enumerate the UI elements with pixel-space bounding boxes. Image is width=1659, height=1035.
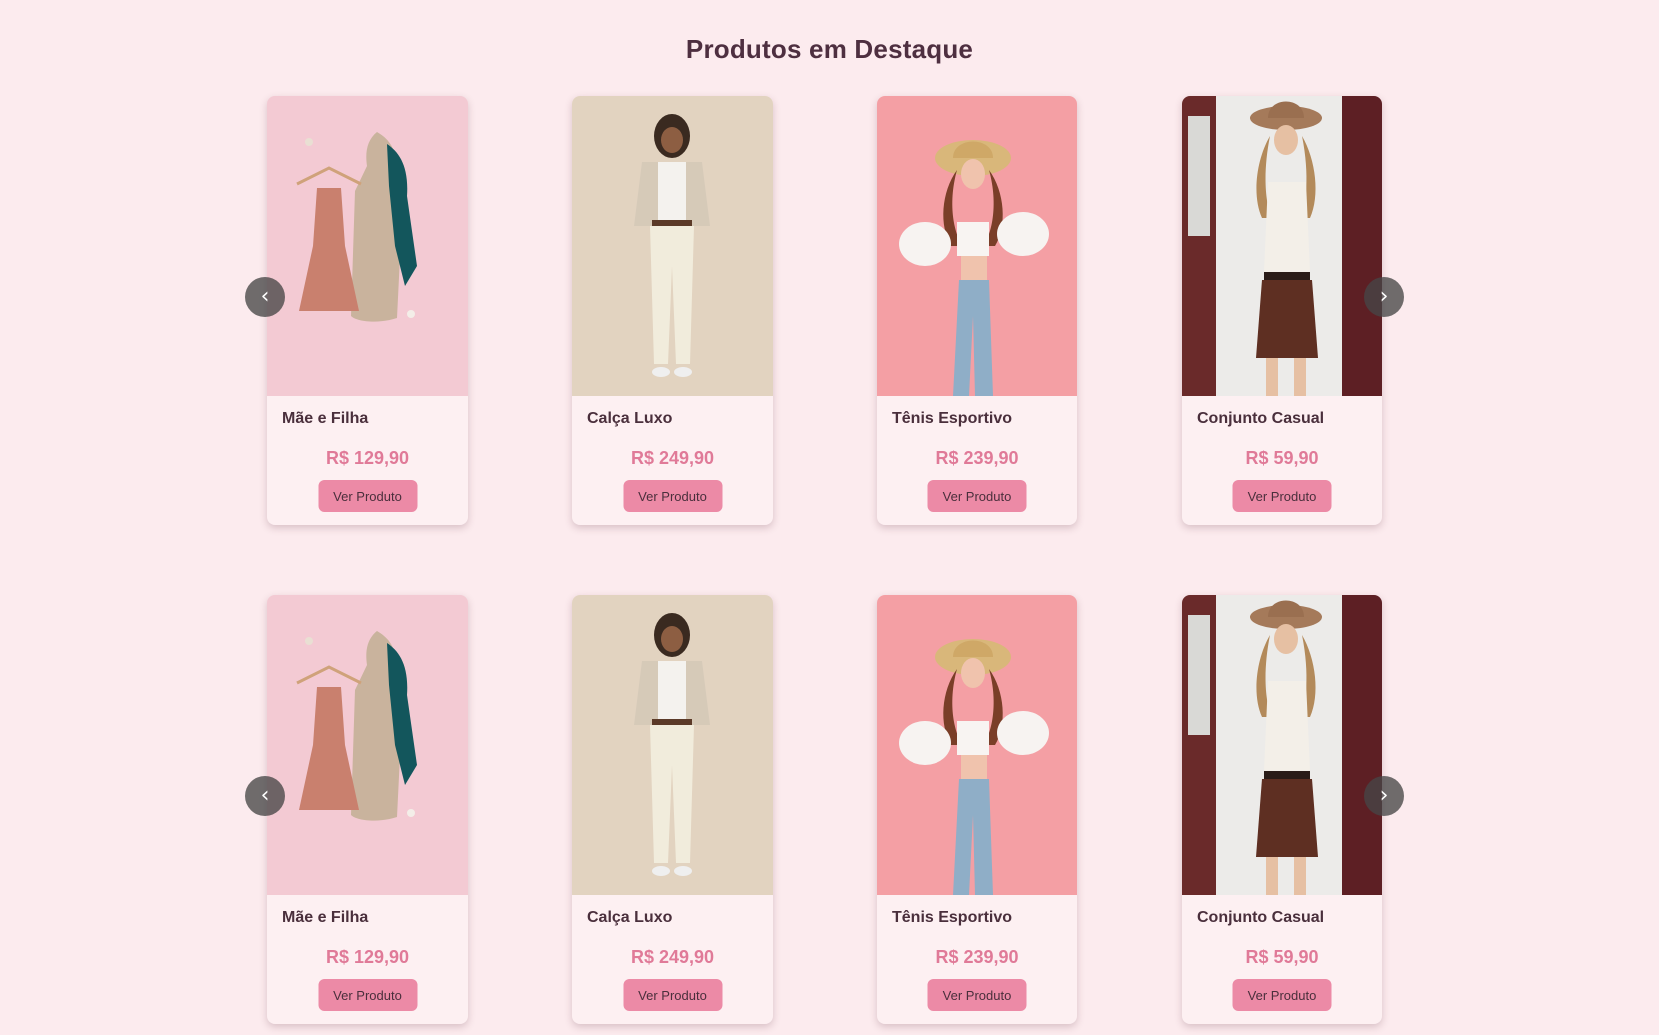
product-card[interactable]: Mãe e Filha R$ 129,90 Ver Produto <box>267 595 468 1024</box>
product-image-calca-luxo[interactable] <box>572 96 773 396</box>
view-product-button[interactable]: Ver Produto <box>318 480 417 512</box>
product-card[interactable]: Conjunto Casual R$ 59,90 Ver Produto <box>1182 595 1382 1024</box>
product-image-tenis-esportivo[interactable] <box>877 96 1077 396</box>
products-carousel: Mãe e Filha R$ 129,90 Ver Produto Calça … <box>0 595 1659 1035</box>
product-price: R$ 239,90 <box>935 947 1019 967</box>
product-image-conjunto-casual[interactable] <box>1182 595 1382 895</box>
product-card[interactable]: Calça Luxo R$ 249,90 Ver Produto <box>572 96 773 525</box>
product-name: Mãe e Filha <box>282 410 369 427</box>
product-name: Conjunto Casual <box>1197 909 1325 926</box>
carousel-next-button[interactable]: › <box>1364 776 1404 816</box>
product-image-mae-e-filha[interactable] <box>267 96 468 396</box>
product-card[interactable]: Conjunto Casual R$ 59,90 Ver Produto <box>1182 96 1382 525</box>
product-price: R$ 59,90 <box>1245 448 1319 468</box>
product-card[interactable]: Calça Luxo R$ 249,90 Ver Produto <box>572 595 773 1024</box>
product-name: Tênis Esportivo <box>892 410 1013 427</box>
product-name: Conjunto Casual <box>1197 410 1325 427</box>
product-image-tenis-esportivo[interactable] <box>877 595 1077 895</box>
product-card[interactable]: Tênis Esportivo R$ 239,90 Ver Produto <box>877 96 1077 525</box>
product-name: Mãe e Filha <box>282 909 369 926</box>
product-name: Tênis Esportivo <box>892 909 1013 926</box>
product-price: R$ 129,90 <box>325 947 410 967</box>
product-image-mae-e-filha[interactable] <box>267 595 468 895</box>
product-price: R$ 129,90 <box>325 448 410 468</box>
featured-products-carousel: Mãe e Filha R$ 129,90 Ver Produto Calça … <box>0 96 1659 536</box>
product-name: Calça Luxo <box>587 909 673 926</box>
product-card[interactable]: Tênis Esportivo R$ 239,90 Ver Produto <box>877 595 1077 1024</box>
section-title: Produtos em Destaque <box>685 34 974 64</box>
view-product-button[interactable]: Ver Produto <box>1232 979 1332 1011</box>
product-card[interactable]: Mãe e Filha R$ 129,90 Ver Produto <box>267 96 468 525</box>
view-product-button[interactable]: Ver Produto <box>318 979 417 1011</box>
carousel-prev-button[interactable]: ‹ <box>245 776 285 816</box>
product-image-calca-luxo[interactable] <box>572 595 773 895</box>
product-name: Calça Luxo <box>587 410 673 427</box>
product-price: R$ 239,90 <box>935 448 1019 468</box>
carousel-next-button[interactable]: › <box>1364 277 1404 317</box>
product-price: R$ 249,90 <box>630 947 715 967</box>
product-image-conjunto-casual[interactable] <box>1182 96 1382 396</box>
view-product-button[interactable]: Ver Produto <box>1232 480 1332 512</box>
view-product-button[interactable]: Ver Produto <box>927 979 1027 1011</box>
view-product-button[interactable]: Ver Produto <box>623 480 722 512</box>
carousel-prev-button[interactable]: ‹ <box>245 277 285 317</box>
view-product-button[interactable]: Ver Produto <box>927 480 1027 512</box>
product-price: R$ 59,90 <box>1245 947 1319 967</box>
product-price: R$ 249,90 <box>630 448 715 468</box>
view-product-button[interactable]: Ver Produto <box>623 979 722 1011</box>
